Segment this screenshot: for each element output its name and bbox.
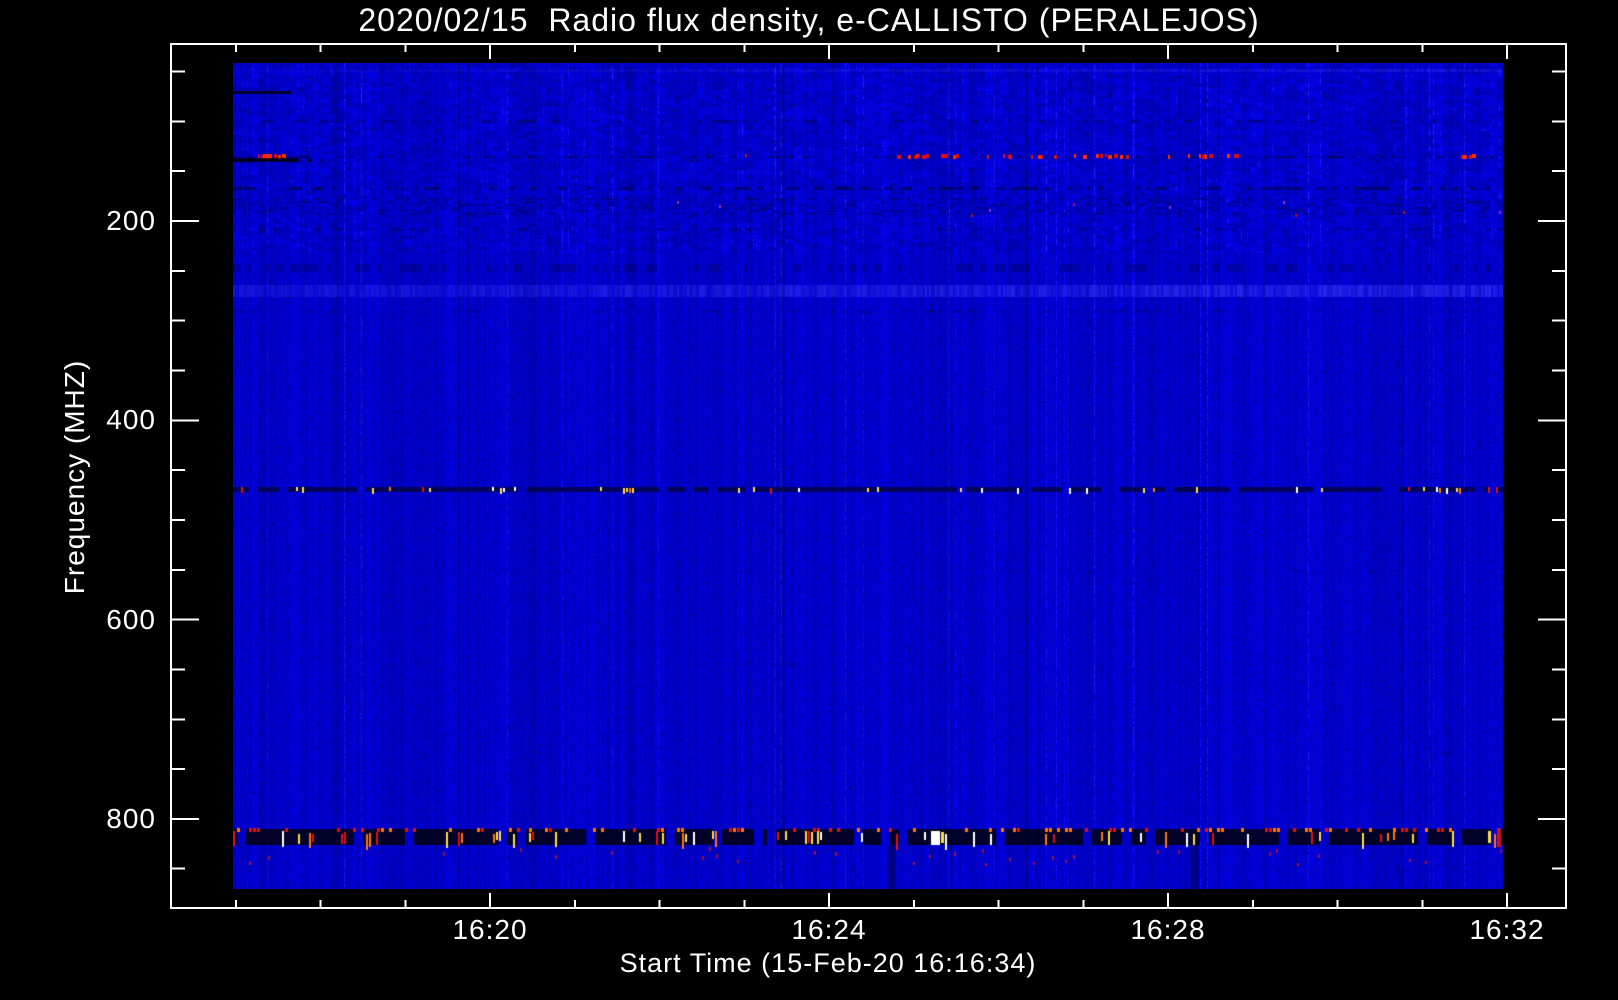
axes-frame bbox=[170, 43, 1567, 909]
radio-spectrogram-plot: 2020/02/15 Radio flux density, e-CALLIST… bbox=[0, 0, 1618, 1000]
y-tick-label-200: 200 bbox=[106, 205, 156, 236]
y-tick-label-400: 400 bbox=[106, 404, 156, 435]
y-axis-label: Frequency (MHZ) bbox=[59, 359, 90, 595]
x-tick-label-1624: 16:24 bbox=[791, 914, 867, 945]
x-axis-label: Start Time (15-Feb-20 16:16:34) bbox=[619, 948, 1037, 978]
x-tick-label-1632: 16:32 bbox=[1469, 914, 1545, 945]
y-tick-label-800: 800 bbox=[106, 803, 156, 834]
y-tick-label-600: 600 bbox=[106, 604, 156, 635]
x-tick-label-1620: 16:20 bbox=[452, 914, 528, 945]
x-tick-label-1628: 16:28 bbox=[1130, 914, 1206, 945]
plot-title: 2020/02/15 Radio flux density, e-CALLIST… bbox=[358, 2, 1260, 38]
plot-frame bbox=[170, 43, 1567, 909]
